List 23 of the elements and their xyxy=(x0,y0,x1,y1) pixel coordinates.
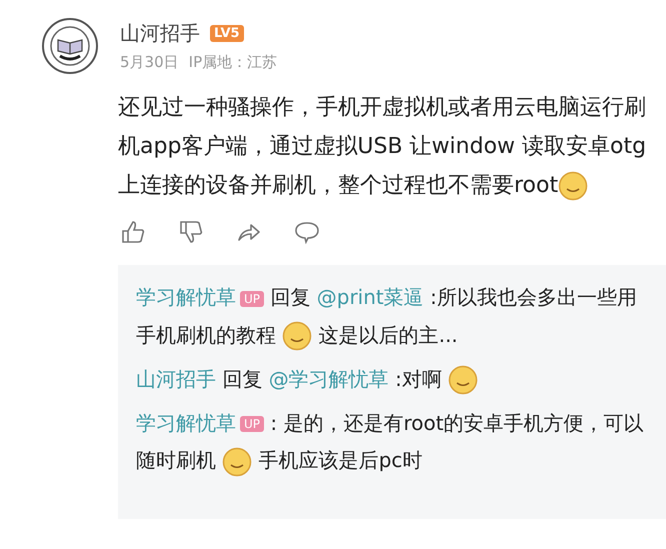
level-badge: LV5 xyxy=(210,25,244,42)
emoji-icon xyxy=(282,321,312,352)
mention-link[interactable]: @print菜逼 xyxy=(316,285,424,309)
mention-link[interactable]: @学习解忧草 xyxy=(268,366,389,391)
speech-bubble-icon[interactable] xyxy=(294,219,320,245)
thumbs-up-icon[interactable] xyxy=(120,219,146,245)
avatar-icon[interactable] xyxy=(42,18,98,74)
comment-text: 还见过一种骚操作，手机开虚拟机或者用云电脑运行刷机app客户端，通过虚拟USB 让window 读取安卓otg上连接的设备并刷机，整个过程也不需要root xyxy=(118,88,654,205)
post-date: 5月30日 xyxy=(120,53,179,72)
emoji-icon xyxy=(222,446,252,477)
author-name[interactable]: 山河招手 xyxy=(120,20,200,47)
emoji-icon xyxy=(448,365,478,396)
reply-text: 山河招手 回复 @学习解忧草 :对啊 xyxy=(136,360,656,397)
up-badge: UP xyxy=(240,416,264,432)
up-badge: UP xyxy=(240,290,264,307)
user-name-link[interactable]: 学习解忧草 xyxy=(136,285,236,309)
thumbs-down-icon[interactable] xyxy=(178,219,204,245)
ip-location: IP属地：江苏 xyxy=(188,53,278,72)
reply-text: 学习解忧草 UP : 是的，还是有root的安卓手机方便，可以随时刷机 手机应该是后pc时 xyxy=(136,404,656,478)
user-name-link[interactable]: 学习解忧草 xyxy=(136,410,236,435)
user-name-link[interactable]: 山河招手 xyxy=(136,366,216,391)
emoji-icon xyxy=(558,170,588,201)
reply-text: 学习解忧草 UP 回复 @print菜逼 :所以我也会多出一些用手机刷机的教程 这是以后的主... xyxy=(136,279,656,353)
